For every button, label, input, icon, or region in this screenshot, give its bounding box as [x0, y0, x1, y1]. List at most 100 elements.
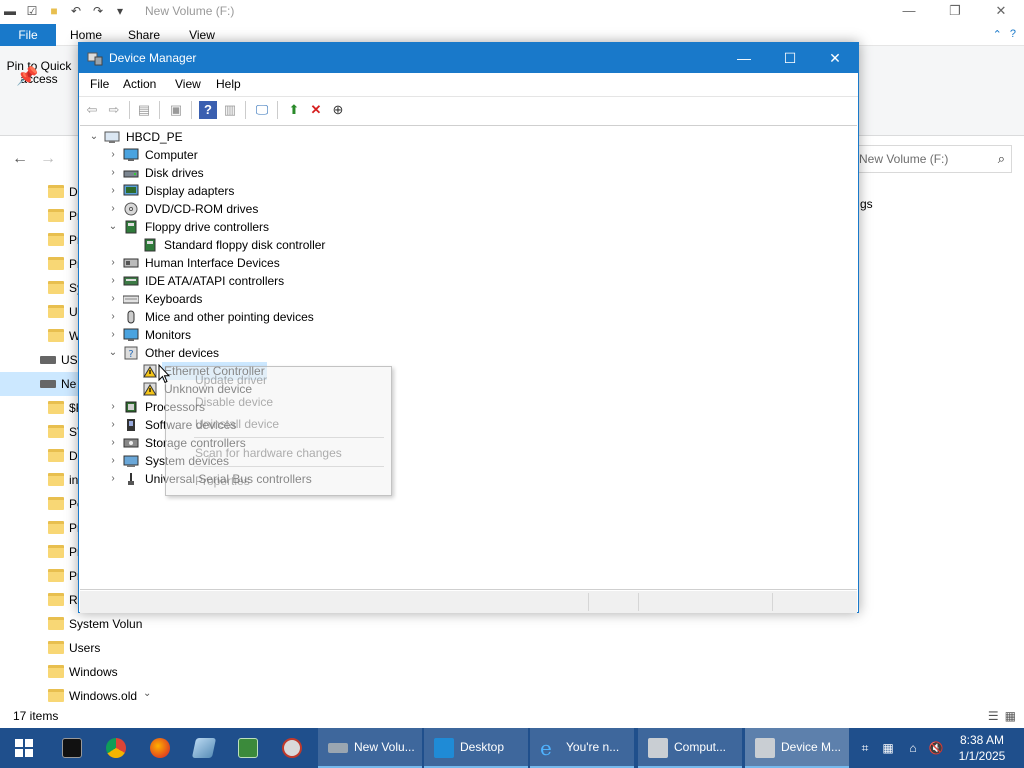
details-view-icon[interactable]: ☰: [988, 709, 999, 723]
search-box[interactable]: New Volume (F:) ⌕: [852, 145, 1012, 173]
chevron-down-icon[interactable]: ⌄: [107, 344, 119, 362]
ctx-update-driver[interactable]: Update driver: [195, 373, 267, 387]
taskbar-firefox[interactable]: [138, 728, 182, 768]
back-arrow-icon[interactable]: ←: [12, 150, 28, 168]
help-icon[interactable]: ?: [1010, 28, 1016, 41]
tree-node-label: IDE ATA/ATAPI controllers: [145, 274, 285, 288]
folder-icon: [48, 281, 64, 294]
restore-button[interactable]: ❐: [932, 0, 978, 24]
computer-root-icon: [104, 131, 120, 143]
ctx-uninstall-device[interactable]: Uninstall device: [195, 417, 279, 431]
task-device-manager[interactable]: Device M...: [745, 728, 849, 768]
minimize-button[interactable]: —: [886, 0, 932, 24]
task-computer-management[interactable]: Comput...: [638, 728, 742, 768]
forward-arrow-icon[interactable]: →: [40, 150, 56, 168]
toolbar-separator: [159, 101, 160, 119]
close-button[interactable]: ✕: [812, 43, 858, 73]
undo-icon[interactable]: ↶: [68, 3, 84, 19]
floppy-controller-icon: [125, 220, 137, 234]
taskbar-app[interactable]: [182, 728, 226, 768]
nav-item[interactable]: Windows.old: [0, 684, 156, 708]
menu-file[interactable]: File: [90, 77, 109, 91]
tree-node-label: Mice and other pointing devices: [145, 310, 314, 324]
tree-node-label: Other devices: [145, 346, 220, 360]
taskbar-chrome[interactable]: [94, 728, 138, 768]
large-icons-view-icon[interactable]: ▦: [1005, 709, 1016, 723]
menu-view[interactable]: View: [175, 77, 201, 91]
close-button[interactable]: ✕: [978, 0, 1024, 24]
maximize-button[interactable]: ☐: [767, 43, 813, 73]
volume-muted-icon[interactable]: 🔇: [928, 740, 944, 756]
notepad-icon: [238, 738, 258, 758]
task-new-volume[interactable]: New Volu...: [318, 728, 422, 768]
folder-icon: [48, 425, 64, 438]
ctx-properties[interactable]: Properties: [195, 474, 250, 488]
chevron-right-icon[interactable]: ›: [107, 416, 119, 434]
chevron-right-icon[interactable]: ›: [107, 452, 119, 470]
chevron-right-icon[interactable]: ›: [107, 200, 119, 218]
taskbar-notepad[interactable]: [226, 728, 270, 768]
menu-action[interactable]: Action: [123, 77, 156, 91]
tab-file[interactable]: File: [0, 24, 56, 46]
help-icon[interactable]: ?: [199, 101, 217, 119]
taskbar-tool[interactable]: [270, 728, 314, 768]
taskbar-cmd[interactable]: [50, 728, 94, 768]
chevron-down-icon[interactable]: ⌄: [88, 128, 100, 146]
tree-node-label: HBCD_PE: [126, 130, 183, 144]
uninstall-device-icon[interactable]: ✕: [307, 101, 325, 119]
scroll-down-icon[interactable]: ⌄: [143, 688, 151, 699]
chevron-right-icon[interactable]: ›: [107, 434, 119, 452]
chevron-right-icon[interactable]: ›: [107, 398, 119, 416]
new-folder-icon[interactable]: ■: [46, 3, 62, 19]
task-label: Comput...: [674, 740, 727, 754]
ctx-scan-hardware[interactable]: Scan for hardware changes: [195, 446, 342, 460]
chevron-up-icon[interactable]: ⌃: [993, 28, 1002, 41]
folder-icon: [48, 473, 64, 486]
chevron-right-icon[interactable]: ›: [107, 272, 119, 290]
monitor-icon: [123, 148, 139, 161]
forward-icon[interactable]: ⇨: [105, 101, 123, 119]
folder-icon: [48, 329, 64, 342]
usb-tray-icon[interactable]: ⌂: [905, 740, 921, 756]
properties-check-icon[interactable]: ☑: [24, 3, 40, 19]
ctx-disable-device[interactable]: Disable device: [195, 395, 273, 409]
menu-help[interactable]: Help: [216, 77, 241, 91]
redo-icon[interactable]: ↷: [90, 3, 106, 19]
properties-icon[interactable]: ▣: [167, 101, 185, 119]
chrome-icon: [106, 738, 126, 758]
scan-hardware-icon[interactable]: 🖵: [253, 101, 271, 119]
chevron-right-icon[interactable]: ›: [107, 146, 119, 164]
computer-management-icon: [648, 738, 668, 758]
file-list-partial-text: gs: [860, 197, 873, 211]
show-hide-console-tree-icon[interactable]: ▤: [135, 101, 153, 119]
chevron-right-icon[interactable]: ›: [107, 470, 119, 488]
customize-dropdown-icon[interactable]: ▾: [112, 3, 128, 19]
task-label: Device M...: [781, 740, 842, 754]
nav-item[interactable]: Windows: [0, 660, 156, 684]
chevron-right-icon[interactable]: ›: [107, 164, 119, 182]
clock[interactable]: 8:38 AM 1/1/2025: [952, 732, 1012, 764]
clock-time: 8:38 AM: [959, 733, 1005, 747]
minimize-button[interactable]: —: [721, 43, 767, 73]
chevron-right-icon[interactable]: ›: [107, 182, 119, 200]
task-desktop[interactable]: Desktop: [424, 728, 528, 768]
nav-item[interactable]: Users: [0, 636, 156, 660]
color-tray-icon[interactable]: ▦: [880, 740, 896, 756]
nav-item[interactable]: System Volun: [0, 612, 156, 636]
back-icon[interactable]: ⇦: [83, 101, 101, 119]
chevron-right-icon[interactable]: ›: [107, 254, 119, 272]
chevron-right-icon[interactable]: ›: [107, 290, 119, 308]
update-driver-icon[interactable]: ⬆: [285, 101, 303, 119]
pin-to-quick-access-button[interactable]: 📌 Pin to Quick access: [4, 60, 74, 86]
disable-device-icon[interactable]: ⊕: [329, 101, 347, 119]
task-internet-explorer[interactable]: e You're n...: [530, 728, 634, 768]
chevron-right-icon[interactable]: ›: [107, 326, 119, 344]
tree-node-label: Human Interface Devices: [145, 256, 280, 270]
device-tree: ⌄ HBCD_PE › Computer › Disk drives › Display ad…: [80, 125, 857, 590]
toolbar-separator: [277, 101, 278, 119]
windows-start-icon[interactable]: [0, 728, 48, 768]
chevron-down-icon[interactable]: ⌄: [107, 218, 119, 236]
chevron-right-icon[interactable]: ›: [107, 308, 119, 326]
network-tray-icon[interactable]: ⌗: [857, 740, 873, 756]
action-pane-icon[interactable]: ▥: [221, 101, 239, 119]
